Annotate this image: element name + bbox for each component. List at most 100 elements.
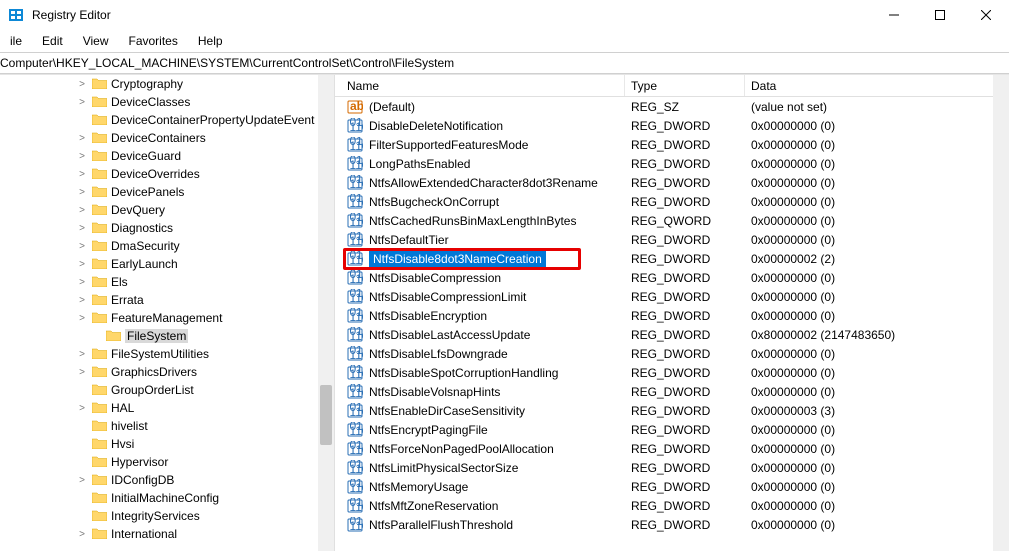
tree-item-label: Els xyxy=(111,275,128,289)
tree-item[interactable]: >DeviceContainers xyxy=(0,129,334,147)
value-name: NtfsEncryptPagingFile xyxy=(369,423,488,437)
values-scrollbar[interactable] xyxy=(993,75,1009,551)
tree-item[interactable]: Hvsi xyxy=(0,435,334,453)
value-row[interactable]: NtfsBugcheckOnCorruptREG_DWORD0x00000000… xyxy=(335,192,1009,211)
tree-item[interactable]: >International xyxy=(0,525,334,543)
minimize-button[interactable] xyxy=(871,0,917,30)
close-button[interactable] xyxy=(963,0,1009,30)
folder-icon xyxy=(92,113,107,128)
value-row[interactable]: NtfsDisableEncryptionREG_DWORD0x00000000… xyxy=(335,306,1009,325)
address-bar[interactable]: Computer\HKEY_LOCAL_MACHINE\SYSTEM\Curre… xyxy=(0,52,1009,74)
value-row[interactable]: NtfsAllowExtendedCharacter8dot3RenameREG… xyxy=(335,173,1009,192)
expand-toggle-icon[interactable]: > xyxy=(76,169,88,180)
expand-toggle-icon[interactable]: > xyxy=(76,277,88,288)
expand-toggle-icon[interactable]: > xyxy=(76,133,88,144)
expand-toggle-icon[interactable]: > xyxy=(76,259,88,270)
binary-value-icon xyxy=(347,479,363,495)
value-name-cell: NtfsDisableSpotCorruptionHandling xyxy=(335,365,625,381)
expand-toggle-icon[interactable]: > xyxy=(76,349,88,360)
value-row[interactable]: NtfsLimitPhysicalSectorSizeREG_DWORD0x00… xyxy=(335,458,1009,477)
column-header-type[interactable]: Type xyxy=(625,75,745,96)
tree-item[interactable]: >Errata xyxy=(0,291,334,309)
value-row[interactable]: NtfsDisableCompressionLimitREG_DWORD0x00… xyxy=(335,287,1009,306)
tree-item-label: HAL xyxy=(111,401,134,415)
folder-icon xyxy=(92,311,107,326)
tree-item[interactable]: Hypervisor xyxy=(0,453,334,471)
tree-item[interactable]: >DeviceGuard xyxy=(0,147,334,165)
expand-toggle-icon[interactable]: > xyxy=(76,475,88,486)
expand-toggle-icon[interactable]: > xyxy=(76,403,88,414)
tree-item[interactable]: GroupOrderList xyxy=(0,381,334,399)
tree-item[interactable]: >Diagnostics xyxy=(0,219,334,237)
menu-file[interactable]: ile xyxy=(0,32,32,50)
expand-toggle-icon[interactable]: > xyxy=(76,223,88,234)
value-row[interactable]: NtfsMftZoneReservationREG_DWORD0x0000000… xyxy=(335,496,1009,515)
expand-toggle-icon[interactable]: > xyxy=(76,529,88,540)
value-name: NtfsLimitPhysicalSectorSize xyxy=(369,461,518,475)
value-row[interactable]: (Default)REG_SZ(value not set) xyxy=(335,97,1009,116)
value-row[interactable]: NtfsDisableLfsDowngradeREG_DWORD0x000000… xyxy=(335,344,1009,363)
menu-edit[interactable]: Edit xyxy=(32,32,73,50)
tree-item[interactable]: >FileSystemUtilities xyxy=(0,345,334,363)
expand-toggle-icon[interactable]: > xyxy=(76,205,88,216)
value-row[interactable]: NtfsDisableSpotCorruptionHandlingREG_DWO… xyxy=(335,363,1009,382)
tree-scrollbar-thumb[interactable] xyxy=(320,385,332,445)
value-row[interactable]: NtfsCachedRunsBinMaxLengthInBytesREG_QWO… xyxy=(335,211,1009,230)
value-row[interactable]: NtfsEncryptPagingFileREG_DWORD0x00000000… xyxy=(335,420,1009,439)
tree-item[interactable]: >IDConfigDB xyxy=(0,471,334,489)
expand-toggle-icon[interactable]: > xyxy=(76,187,88,198)
value-row[interactable]: NtfsEnableDirCaseSensitivityREG_DWORD0x0… xyxy=(335,401,1009,420)
value-row[interactable]: FilterSupportedFeaturesModeREG_DWORD0x00… xyxy=(335,135,1009,154)
tree-scrollbar[interactable] xyxy=(318,75,334,551)
tree-item[interactable]: DeviceContainerPropertyUpdateEvent xyxy=(0,111,334,129)
tree-item[interactable]: >DeviceOverrides xyxy=(0,165,334,183)
value-name-cell: NtfsDisableVolsnapHints xyxy=(335,384,625,400)
value-data: 0x00000000 (0) xyxy=(745,157,1009,171)
folder-icon xyxy=(92,185,107,200)
binary-value-icon xyxy=(347,232,363,248)
value-row[interactable]: NtfsDisableCompressionREG_DWORD0x0000000… xyxy=(335,268,1009,287)
binary-value-icon xyxy=(347,118,363,134)
value-row[interactable]: NtfsDisable8dot3NameCreationREG_DWORD0x0… xyxy=(335,249,1009,268)
window-controls xyxy=(871,0,1009,30)
column-header-name[interactable]: Name xyxy=(335,75,625,96)
expand-toggle-icon[interactable]: > xyxy=(76,295,88,306)
tree-item[interactable]: > HAL xyxy=(0,399,334,417)
value-row[interactable]: LongPathsEnabledREG_DWORD0x00000000 (0) xyxy=(335,154,1009,173)
expand-toggle-icon[interactable]: > xyxy=(76,151,88,162)
tree-item[interactable]: InitialMachineConfig xyxy=(0,489,334,507)
value-type: REG_DWORD xyxy=(625,138,745,152)
expand-toggle-icon[interactable]: > xyxy=(76,313,88,324)
tree-item[interactable]: >DevQuery xyxy=(0,201,334,219)
tree-item[interactable]: >Cryptography xyxy=(0,75,334,93)
tree-item[interactable]: >DmaSecurity xyxy=(0,237,334,255)
tree-item[interactable]: > Els xyxy=(0,273,334,291)
tree-item[interactable]: FileSystem xyxy=(0,327,334,345)
value-name-cell: NtfsCachedRunsBinMaxLengthInBytes xyxy=(335,213,625,229)
tree-item[interactable]: >DevicePanels xyxy=(0,183,334,201)
value-type: REG_QWORD xyxy=(625,214,745,228)
value-row[interactable]: NtfsDefaultTierREG_DWORD0x00000000 (0) xyxy=(335,230,1009,249)
tree-item[interactable]: >DeviceClasses xyxy=(0,93,334,111)
expand-toggle-icon[interactable]: > xyxy=(76,79,88,90)
value-row[interactable]: NtfsForceNonPagedPoolAllocationREG_DWORD… xyxy=(335,439,1009,458)
menu-view[interactable]: View xyxy=(73,32,119,50)
expand-toggle-icon[interactable]: > xyxy=(76,367,88,378)
tree-item[interactable]: >GraphicsDrivers xyxy=(0,363,334,381)
value-row[interactable]: NtfsParallelFlushThresholdREG_DWORD0x000… xyxy=(335,515,1009,534)
expand-toggle-icon[interactable]: > xyxy=(76,97,88,108)
expand-toggle-icon[interactable]: > xyxy=(76,241,88,252)
menubar: ile Edit View Favorites Help xyxy=(0,30,1009,52)
value-row[interactable]: NtfsDisableVolsnapHintsREG_DWORD0x000000… xyxy=(335,382,1009,401)
menu-favorites[interactable]: Favorites xyxy=(119,32,188,50)
value-row[interactable]: DisableDeleteNotificationREG_DWORD0x0000… xyxy=(335,116,1009,135)
value-row[interactable]: NtfsMemoryUsageREG_DWORD0x00000000 (0) xyxy=(335,477,1009,496)
tree-item[interactable]: >EarlyLaunch xyxy=(0,255,334,273)
tree-item[interactable]: hivelist xyxy=(0,417,334,435)
maximize-button[interactable] xyxy=(917,0,963,30)
tree-item[interactable]: >FeatureManagement xyxy=(0,309,334,327)
column-header-data[interactable]: Data xyxy=(745,75,1009,96)
value-row[interactable]: NtfsDisableLastAccessUpdateREG_DWORD0x80… xyxy=(335,325,1009,344)
menu-help[interactable]: Help xyxy=(188,32,233,50)
tree-item[interactable]: IntegrityServices xyxy=(0,507,334,525)
